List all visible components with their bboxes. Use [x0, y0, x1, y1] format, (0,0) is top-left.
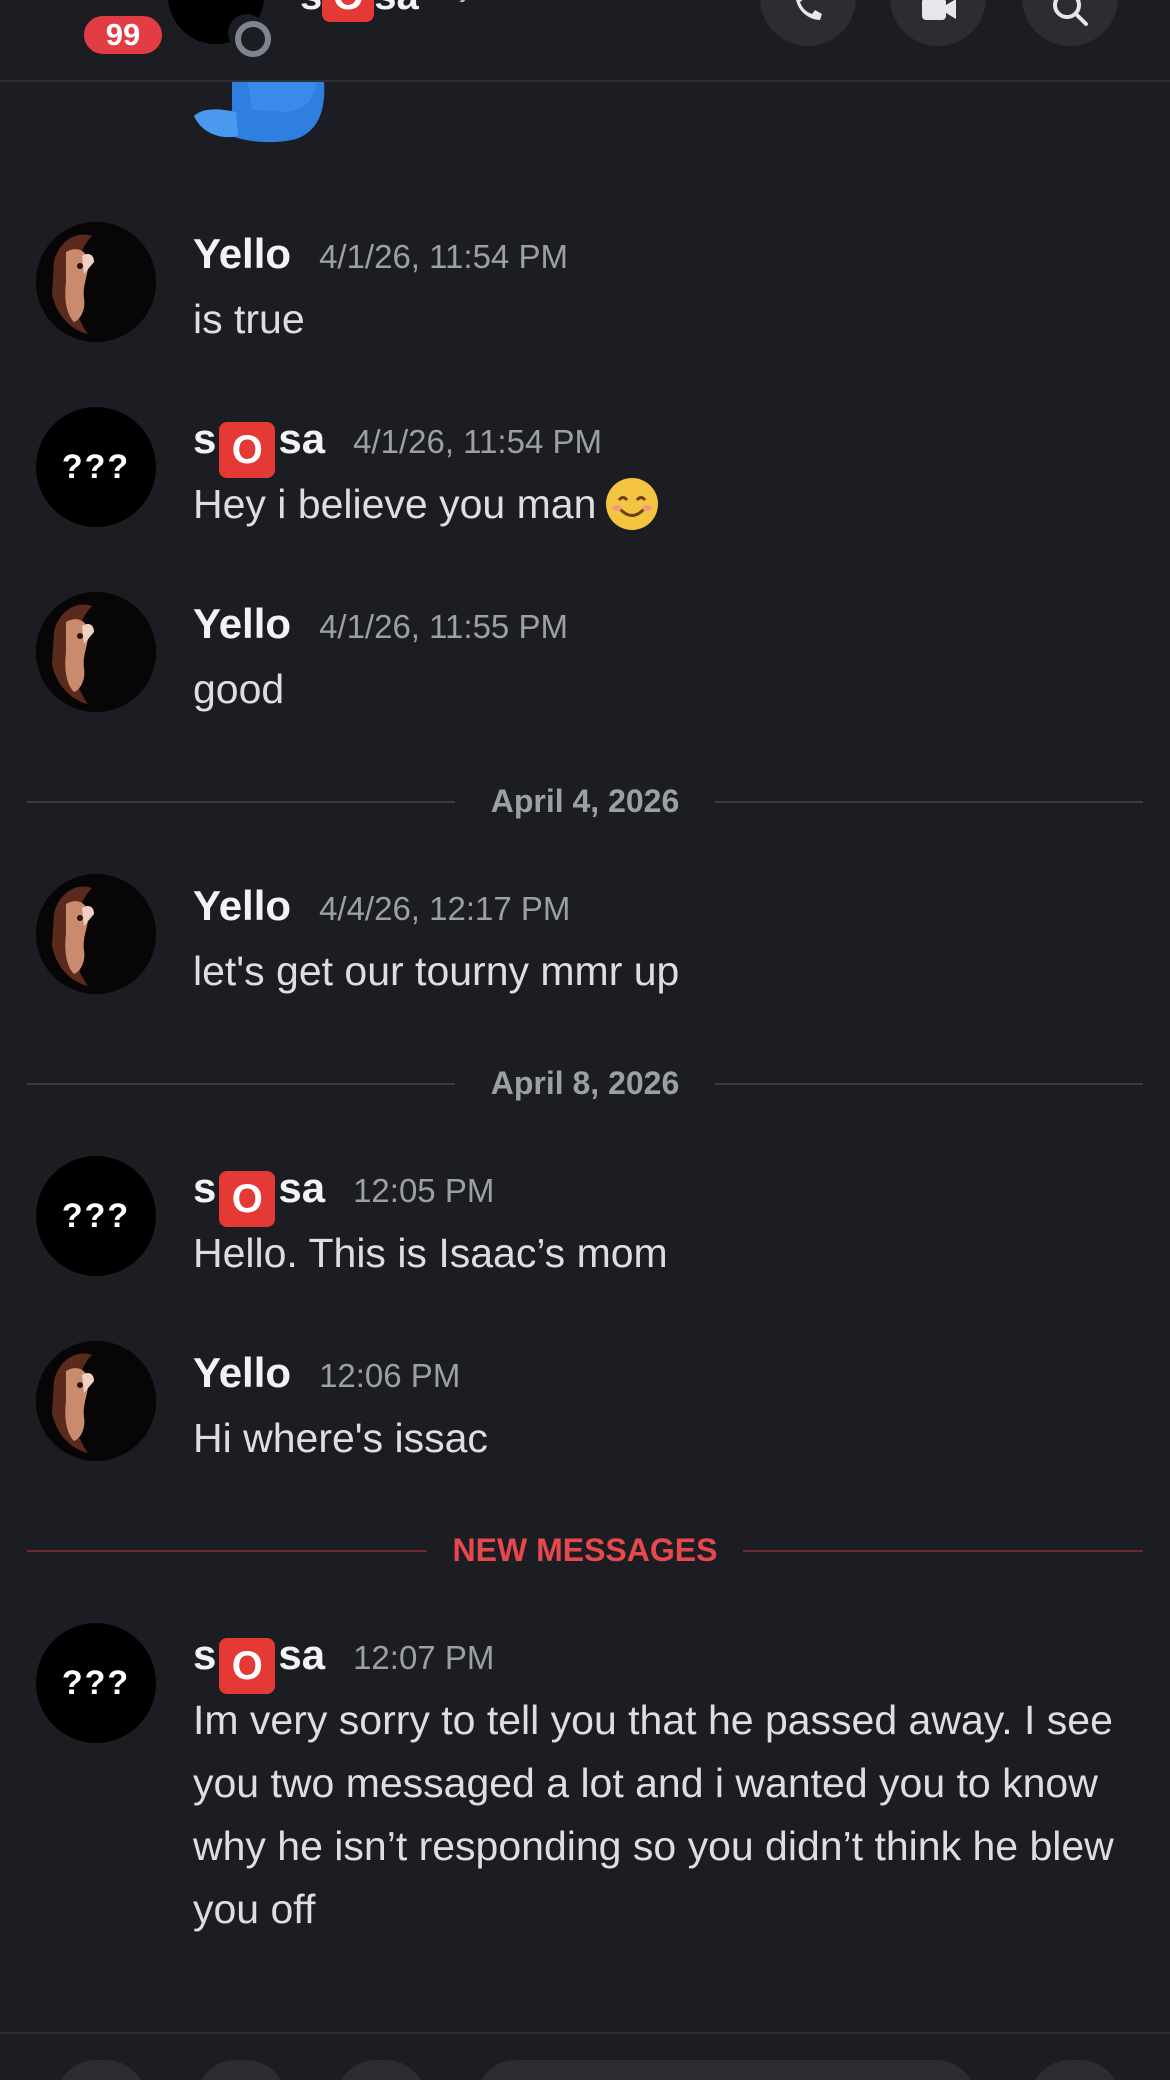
message-header: s Osa 12:07 PM [193, 1631, 495, 1694]
new-messages-divider: NEW MESSAGES [27, 1530, 1143, 1570]
author-name[interactable]: Yello [193, 1349, 291, 1397]
channel-title[interactable]: sOsa [300, 0, 419, 22]
timestamp: 4/1/26, 11:55 PM [319, 608, 568, 645]
author-name[interactable]: s Osa [193, 1164, 325, 1227]
avatar[interactable] [36, 592, 156, 712]
new-messages-label: NEW MESSAGES [452, 1532, 718, 1568]
avatar[interactable] [36, 874, 156, 994]
avatar[interactable]: ??? [36, 1156, 156, 1276]
message-text: Hi where's issac [193, 1415, 488, 1461]
message-header: Yello 4/4/26, 12:17 PM [193, 882, 570, 936]
composer-divider [0, 2032, 1170, 2034]
date-label: April 4, 2026 [490, 783, 680, 819]
author-name[interactable]: s Osa [193, 415, 325, 478]
message-header: Yello 12:06 PM [193, 1349, 460, 1403]
message-text: good [193, 666, 285, 712]
offline-status-icon [228, 14, 271, 57]
phone-icon [796, 0, 822, 20]
timestamp: 12:05 PM [353, 1172, 495, 1209]
composer-button[interactable] [336, 2060, 426, 2080]
author-name[interactable]: Yello [193, 882, 291, 930]
yello-avatar-image [36, 874, 156, 994]
message-text: Hey i believe you man [193, 473, 1143, 536]
video-camera-icon [922, 0, 956, 20]
date-label: April 8, 2026 [490, 1065, 680, 1101]
chevron-right-icon[interactable]: › [458, 0, 473, 16]
chat-header: 99 sOsa › [0, 0, 1170, 82]
avatar[interactable] [36, 1341, 156, 1461]
author-name[interactable]: s Osa [193, 1631, 325, 1694]
yello-avatar-image [36, 222, 156, 342]
unread-badge: 99 [80, 12, 166, 58]
timestamp: 12:07 PM [353, 1639, 495, 1676]
avatar[interactable] [36, 222, 156, 342]
timestamp: 12:06 PM [319, 1357, 461, 1394]
search-button[interactable] [1022, 0, 1118, 46]
author-name[interactable]: Yello [193, 600, 291, 648]
date-divider: April 8, 2026 [27, 1063, 1143, 1103]
message-text: Im very sorry to tell you that he passed… [193, 1697, 1114, 1932]
message-header: Yello 4/1/26, 11:55 PM [193, 600, 568, 654]
author-name[interactable]: Yello [193, 230, 291, 278]
avatar[interactable]: ??? [36, 1623, 156, 1743]
smiling-face-emoji [606, 478, 659, 530]
message-input[interactable] [476, 2060, 976, 2080]
video-call-button[interactable] [890, 0, 986, 46]
message-header: s Osa 12:05 PM [193, 1164, 495, 1227]
search-icon [1053, 0, 1088, 26]
timestamp: 4/1/26, 11:54 PM [319, 238, 568, 275]
composer-button[interactable] [1030, 2060, 1120, 2080]
composer-button[interactable] [56, 2060, 146, 2080]
yello-avatar-image [36, 592, 156, 712]
avatar[interactable]: ??? [36, 407, 156, 527]
timestamp: 4/4/26, 12:17 PM [319, 890, 571, 927]
date-divider: April 4, 2026 [27, 781, 1143, 821]
message-text: Hello. This is Isaac’s mom [193, 1230, 668, 1276]
message-header: s Osa 4/1/26, 11:54 PM [193, 415, 602, 478]
blue-cap-emoji [194, 82, 325, 143]
dm-chat-screen: 99 sOsa › [0, 0, 1170, 2080]
message-header: Yello 4/1/26, 11:54 PM [193, 230, 568, 284]
call-button[interactable] [760, 0, 856, 46]
message-text: let's get our tourny mmr up [193, 948, 680, 994]
composer-button[interactable] [196, 2060, 286, 2080]
yello-avatar-image [36, 1341, 156, 1461]
timestamp: 4/1/26, 11:54 PM [353, 423, 602, 460]
message-text: is true [193, 296, 305, 342]
